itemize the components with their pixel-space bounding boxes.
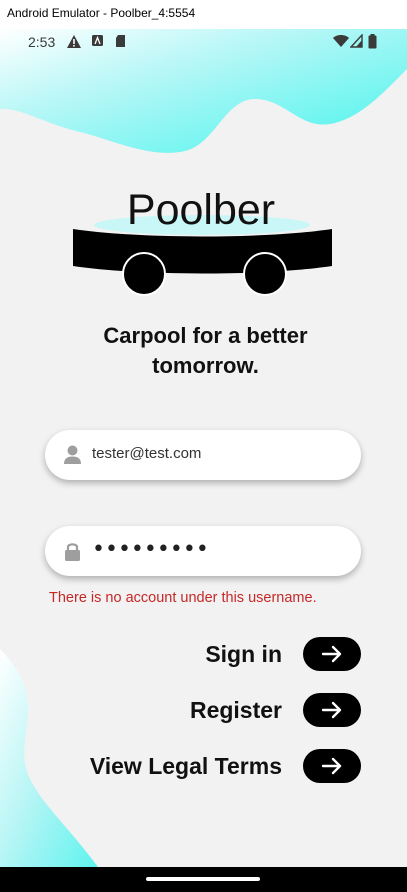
- sign-in-label[interactable]: Sign in: [205, 641, 282, 668]
- person-icon: [64, 445, 81, 464]
- register-button[interactable]: [303, 693, 361, 727]
- sign-in-button[interactable]: [303, 637, 361, 671]
- window-title: Android Emulator - Poolber_4:5554: [7, 6, 196, 20]
- password-value: •••••••••: [92, 537, 209, 562]
- password-field[interactable]: •••••••••: [45, 526, 361, 576]
- tagline: Carpool for a better tomorrow.: [0, 321, 407, 381]
- sd-card-icon: [116, 35, 125, 47]
- warning-icon: [67, 35, 81, 48]
- navigation-bar: [0, 867, 407, 892]
- legal-terms-button[interactable]: [303, 749, 361, 783]
- tagline-line2: tomorrow.: [152, 353, 259, 378]
- sign-in-row[interactable]: Sign in: [205, 636, 361, 672]
- legal-terms-row[interactable]: View Legal Terms: [90, 748, 361, 784]
- lock-icon: [65, 543, 80, 561]
- tagline-line1: Carpool for a better: [103, 323, 308, 348]
- poolber-logo: Poolber: [73, 186, 332, 296]
- legal-terms-label[interactable]: View Legal Terms: [90, 753, 282, 780]
- arrow-right-icon: [321, 757, 342, 775]
- error-message: There is no account under this username.: [49, 590, 317, 606]
- arrow-right-icon: [321, 645, 342, 663]
- battery-icon: [368, 34, 377, 49]
- window-titlebar: Android Emulator - Poolber_4:5554: [0, 0, 407, 29]
- logo-text: Poolber: [127, 186, 275, 234]
- email-value: tester@test.com: [92, 445, 202, 462]
- wifi-icon: [333, 35, 349, 47]
- app-badge-icon: [92, 35, 103, 46]
- register-row[interactable]: Register: [190, 692, 361, 728]
- arrow-right-icon: [321, 701, 342, 719]
- signal-icon: [350, 34, 363, 48]
- register-label[interactable]: Register: [190, 697, 282, 724]
- home-gesture-handle[interactable]: [146, 877, 260, 881]
- email-field[interactable]: tester@test.com: [45, 430, 361, 480]
- app-screen: 2:53 Poolber Carpool for a better tomorr…: [0, 29, 407, 867]
- status-time: 2:53: [28, 34, 56, 50]
- status-bar: 2:53: [0, 29, 407, 55]
